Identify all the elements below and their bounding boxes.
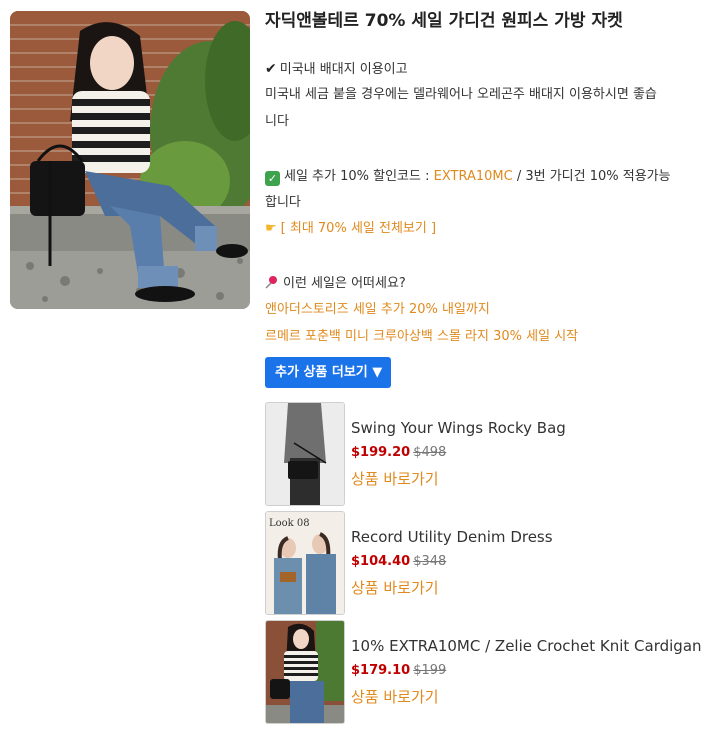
other-sales-heading: 이런 세일은 어떠세요?: [283, 276, 406, 291]
product-link[interactable]: 상품 바로가기: [351, 686, 439, 707]
shipping-line-3: 니다: [265, 114, 289, 129]
green-check-icon: ✓: [265, 171, 280, 186]
product-link[interactable]: 상품 바로가기: [351, 577, 439, 598]
page: 자딕앤볼테르 70% 세일 가디건 원피스 가방 자켓 ✔ 미국내 배대지 이용이…: [0, 0, 714, 736]
shipping-line-2: 미국내 세금 붙을 경우에는 델라웨어나 오레곤주 배대지 이용하시면 좋습: [265, 87, 657, 102]
sale-price: $104.40: [351, 554, 411, 569]
coupon-line-2: 합니다: [265, 195, 301, 210]
check-icon: ✔: [265, 61, 277, 77]
product-card[interactable]: 10% EXTRA10MC / Zelie Crochet Knit Cardi…: [265, 620, 714, 724]
sale-price: $199.20: [351, 445, 411, 460]
product-price: $104.40 $348: [351, 554, 446, 569]
original-price: $348: [413, 554, 447, 569]
lookbook-label: Look 08: [269, 518, 310, 529]
product-thumbnail[interactable]: [265, 620, 345, 724]
product-name[interactable]: Record Utility Denim Dress: [351, 528, 553, 546]
sale-price: $179.10: [351, 663, 411, 678]
product-card[interactable]: Swing Your Wings Rocky Bag $199.20 $498 상…: [265, 402, 714, 506]
product-price: $199.20 $498: [351, 445, 446, 460]
more-products-button[interactable]: 추가 상품 더보기 ▼: [265, 357, 392, 388]
coupon-line-1: ✓ 세일 추가 10% 할인코드 : EXTRA10MC / 3번 가디건 10%…: [265, 164, 671, 190]
coupon-code[interactable]: EXTRA10MC: [434, 169, 513, 184]
product-price: $179.10 $199: [351, 663, 446, 678]
pointing-hand-icon: ☛: [265, 221, 277, 236]
original-price: $498: [413, 445, 447, 460]
coupon-prefix: 세일 추가 10% 할인코드 :: [284, 169, 434, 184]
view-all-sale-link[interactable]: [ 최대 70% 세일 전체보기 ]: [281, 221, 436, 236]
product-name[interactable]: 10% EXTRA10MC / Zelie Crochet Knit Cardi…: [351, 637, 702, 655]
original-price: $199: [413, 663, 447, 678]
product-thumbnail[interactable]: Look 08: [265, 511, 345, 615]
product-thumbnail[interactable]: [265, 402, 345, 506]
product-link[interactable]: 상품 바로가기: [351, 468, 439, 489]
coupon-suffix: / 3번 가디건 10% 적용가능: [512, 169, 671, 184]
hero-image[interactable]: [10, 11, 250, 309]
view-all-line[interactable]: ☛ [ 최대 70% 세일 전체보기 ]: [265, 216, 436, 242]
other-sales-heading-line: 이런 세일은 어떠세요?: [265, 271, 406, 297]
shipping-line-1: ✔ 미국내 배대지 이용이고: [265, 56, 408, 83]
post-title: 자딕앤볼테르 70% 세일 가디건 원피스 가방 자켓: [265, 11, 623, 31]
pushpin-icon: [265, 273, 279, 289]
product-name[interactable]: Swing Your Wings Rocky Bag: [351, 419, 566, 437]
product-card[interactable]: Look 08 Record Utility Denim Dress $104.…: [265, 511, 714, 615]
other-sale-link-2[interactable]: 르메르 포춘백 미니 크루아상백 스몰 라지 30% 세일 시작: [265, 324, 578, 350]
shipping-text-1: 미국내 배대지 이용이고: [279, 62, 408, 77]
hero-photo: [10, 11, 250, 309]
other-sale-link-1[interactable]: 앤아더스토리즈 세일 추가 20% 내일까지: [265, 297, 490, 323]
